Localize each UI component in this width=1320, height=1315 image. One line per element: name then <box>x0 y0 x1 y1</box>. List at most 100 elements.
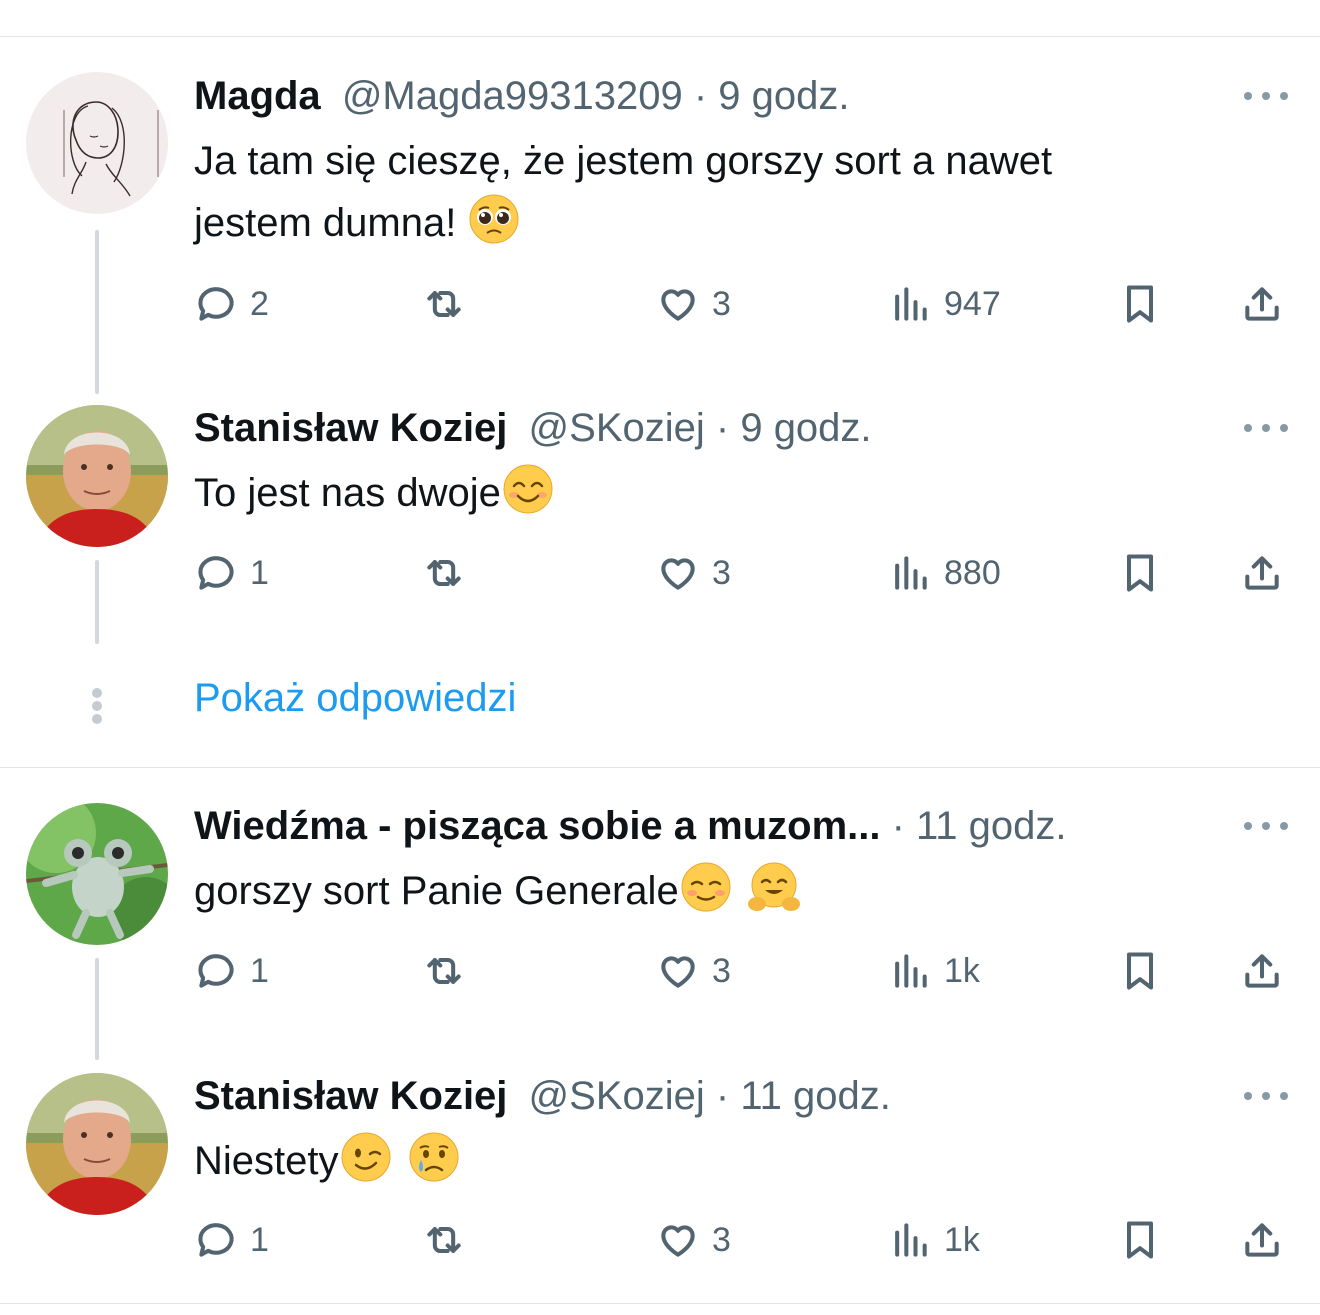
author-handle[interactable]: @Magda99313209 <box>342 74 683 118</box>
reply-icon <box>198 954 234 988</box>
bottom-divider <box>0 1303 1320 1304</box>
show-replies-link[interactable]: Pokaż odpowiedzi <box>194 676 516 721</box>
views-button[interactable]: 1k <box>888 943 980 999</box>
like-count: 3 <box>712 951 731 990</box>
heart-icon <box>661 558 695 590</box>
views-count: 1k <box>944 1220 980 1259</box>
heart-icon <box>661 289 695 321</box>
like-button[interactable]: 3 <box>656 1212 731 1268</box>
tweet-text-line: gorszy sort Panie Generale <box>194 860 1254 922</box>
share-button[interactable] <box>1240 276 1284 332</box>
retweet-button[interactable] <box>422 943 466 999</box>
author-handle[interactable]: @SKoziej <box>529 406 705 450</box>
avatar[interactable] <box>26 405 168 547</box>
tweet-header: Stanisław Koziej @SKoziej · 9 godz. <box>194 402 872 454</box>
reply-button[interactable]: 1 <box>194 545 269 601</box>
crying-face-emoji <box>409 1132 458 1182</box>
separator: · <box>704 1074 741 1118</box>
heart-icon <box>661 956 695 988</box>
share-button[interactable] <box>1240 1212 1284 1268</box>
bookmark-icon <box>1126 285 1154 323</box>
separator: · <box>880 804 917 848</box>
reply-count: 2 <box>250 284 269 323</box>
like-count: 3 <box>712 284 731 323</box>
more-options-icon[interactable] <box>1244 1086 1288 1106</box>
share-icon <box>1245 954 1279 988</box>
bookmark-button[interactable] <box>1118 1212 1162 1268</box>
like-button[interactable]: 3 <box>656 276 731 332</box>
timestamp[interactable]: 9 godz. <box>740 406 871 450</box>
heart-icon <box>661 1225 695 1257</box>
thread-divider <box>0 767 1320 768</box>
more-options-icon[interactable] <box>1244 418 1288 438</box>
tweet-text: gorszy sort Panie Generale <box>194 860 1254 922</box>
more-options-icon[interactable] <box>1244 86 1288 106</box>
bookmark-icon <box>1126 952 1154 990</box>
share-button[interactable] <box>1240 545 1284 601</box>
tweet-text-line: jestem dumna! <box>194 192 1254 254</box>
bookmark-button[interactable] <box>1118 943 1162 999</box>
tweet-text: To jest nas dwoje <box>194 462 1254 524</box>
timestamp[interactable]: 11 godz. <box>740 1074 891 1118</box>
like-button[interactable]: 3 <box>656 943 731 999</box>
author-handle[interactable]: @SKoziej <box>529 1074 705 1118</box>
action-bar: 1 3 1k <box>0 943 1320 999</box>
action-bar: 1 3 1k <box>0 1212 1320 1268</box>
retweet-button[interactable] <box>422 545 466 601</box>
tweet-text: Niestety <box>194 1130 1254 1192</box>
bookmark-icon <box>1126 554 1154 592</box>
views-button[interactable]: 947 <box>888 276 1001 332</box>
more-replies-dots-icon <box>92 688 102 724</box>
views-icon <box>895 954 927 988</box>
avatar[interactable] <box>26 803 168 945</box>
author-name[interactable]: Stanisław Koziej <box>194 1074 507 1118</box>
views-icon <box>895 287 927 321</box>
tweet-text: Ja tam się cieszę, że jestem gorszy sort… <box>194 130 1254 254</box>
author-name[interactable]: Magda <box>194 74 321 118</box>
author-name[interactable]: Stanisław Koziej <box>194 406 507 450</box>
views-icon <box>895 556 927 590</box>
action-bar: 1 3 880 <box>0 545 1320 601</box>
reply-button[interactable]: 1 <box>194 943 269 999</box>
avatar[interactable] <box>26 1073 168 1215</box>
reply-button[interactable]: 1 <box>194 1212 269 1268</box>
retweet-button[interactable] <box>422 1212 466 1268</box>
reply-count: 1 <box>250 951 269 990</box>
separator: · <box>682 74 719 118</box>
views-count: 1k <box>944 951 980 990</box>
reply-icon <box>198 1223 234 1257</box>
tweet-text-line: Niestety <box>194 1130 1254 1192</box>
views-button[interactable]: 880 <box>888 545 1001 601</box>
pleading-face-emoji <box>469 194 519 244</box>
timestamp[interactable]: 9 godz. <box>718 74 849 118</box>
tweet-text-line: To jest nas dwoje <box>194 462 1254 524</box>
author-name[interactable]: Wiedźma - pisząca sobie a muzom... <box>194 804 880 848</box>
retweet-icon <box>427 1226 461 1254</box>
bookmark-button[interactable] <box>1118 545 1162 601</box>
tweet-text-line: Ja tam się cieszę, że jestem gorszy sort… <box>194 139 1053 183</box>
reply-button[interactable]: 2 <box>194 276 269 332</box>
retweet-icon <box>427 559 461 587</box>
share-icon <box>1245 287 1279 321</box>
top-divider <box>0 36 1320 37</box>
views-count: 947 <box>944 284 1001 323</box>
separator: · <box>704 406 741 450</box>
action-bar: 2 3 947 <box>0 276 1320 332</box>
hugging-face-emoji <box>747 862 800 911</box>
retweet-button[interactable] <box>422 276 466 332</box>
bookmark-icon <box>1126 1221 1154 1259</box>
bookmark-button[interactable] <box>1118 276 1162 332</box>
views-button[interactable]: 1k <box>888 1212 980 1268</box>
tweet-header: Stanisław Koziej @SKoziej · 11 godz. <box>194 1070 891 1122</box>
views-count: 880 <box>944 553 1001 592</box>
avatar[interactable] <box>26 72 168 214</box>
like-count: 3 <box>712 1220 731 1259</box>
like-button[interactable]: 3 <box>656 545 731 601</box>
retweet-icon <box>427 290 461 318</box>
tweet-header: Wiedźma - pisząca sobie a muzom... · 11 … <box>194 800 1067 852</box>
share-button[interactable] <box>1240 943 1284 999</box>
reply-icon <box>198 556 234 590</box>
reply-count: 1 <box>250 553 269 592</box>
timestamp[interactable]: 11 godz. <box>916 804 1067 848</box>
more-options-icon[interactable] <box>1244 816 1288 836</box>
